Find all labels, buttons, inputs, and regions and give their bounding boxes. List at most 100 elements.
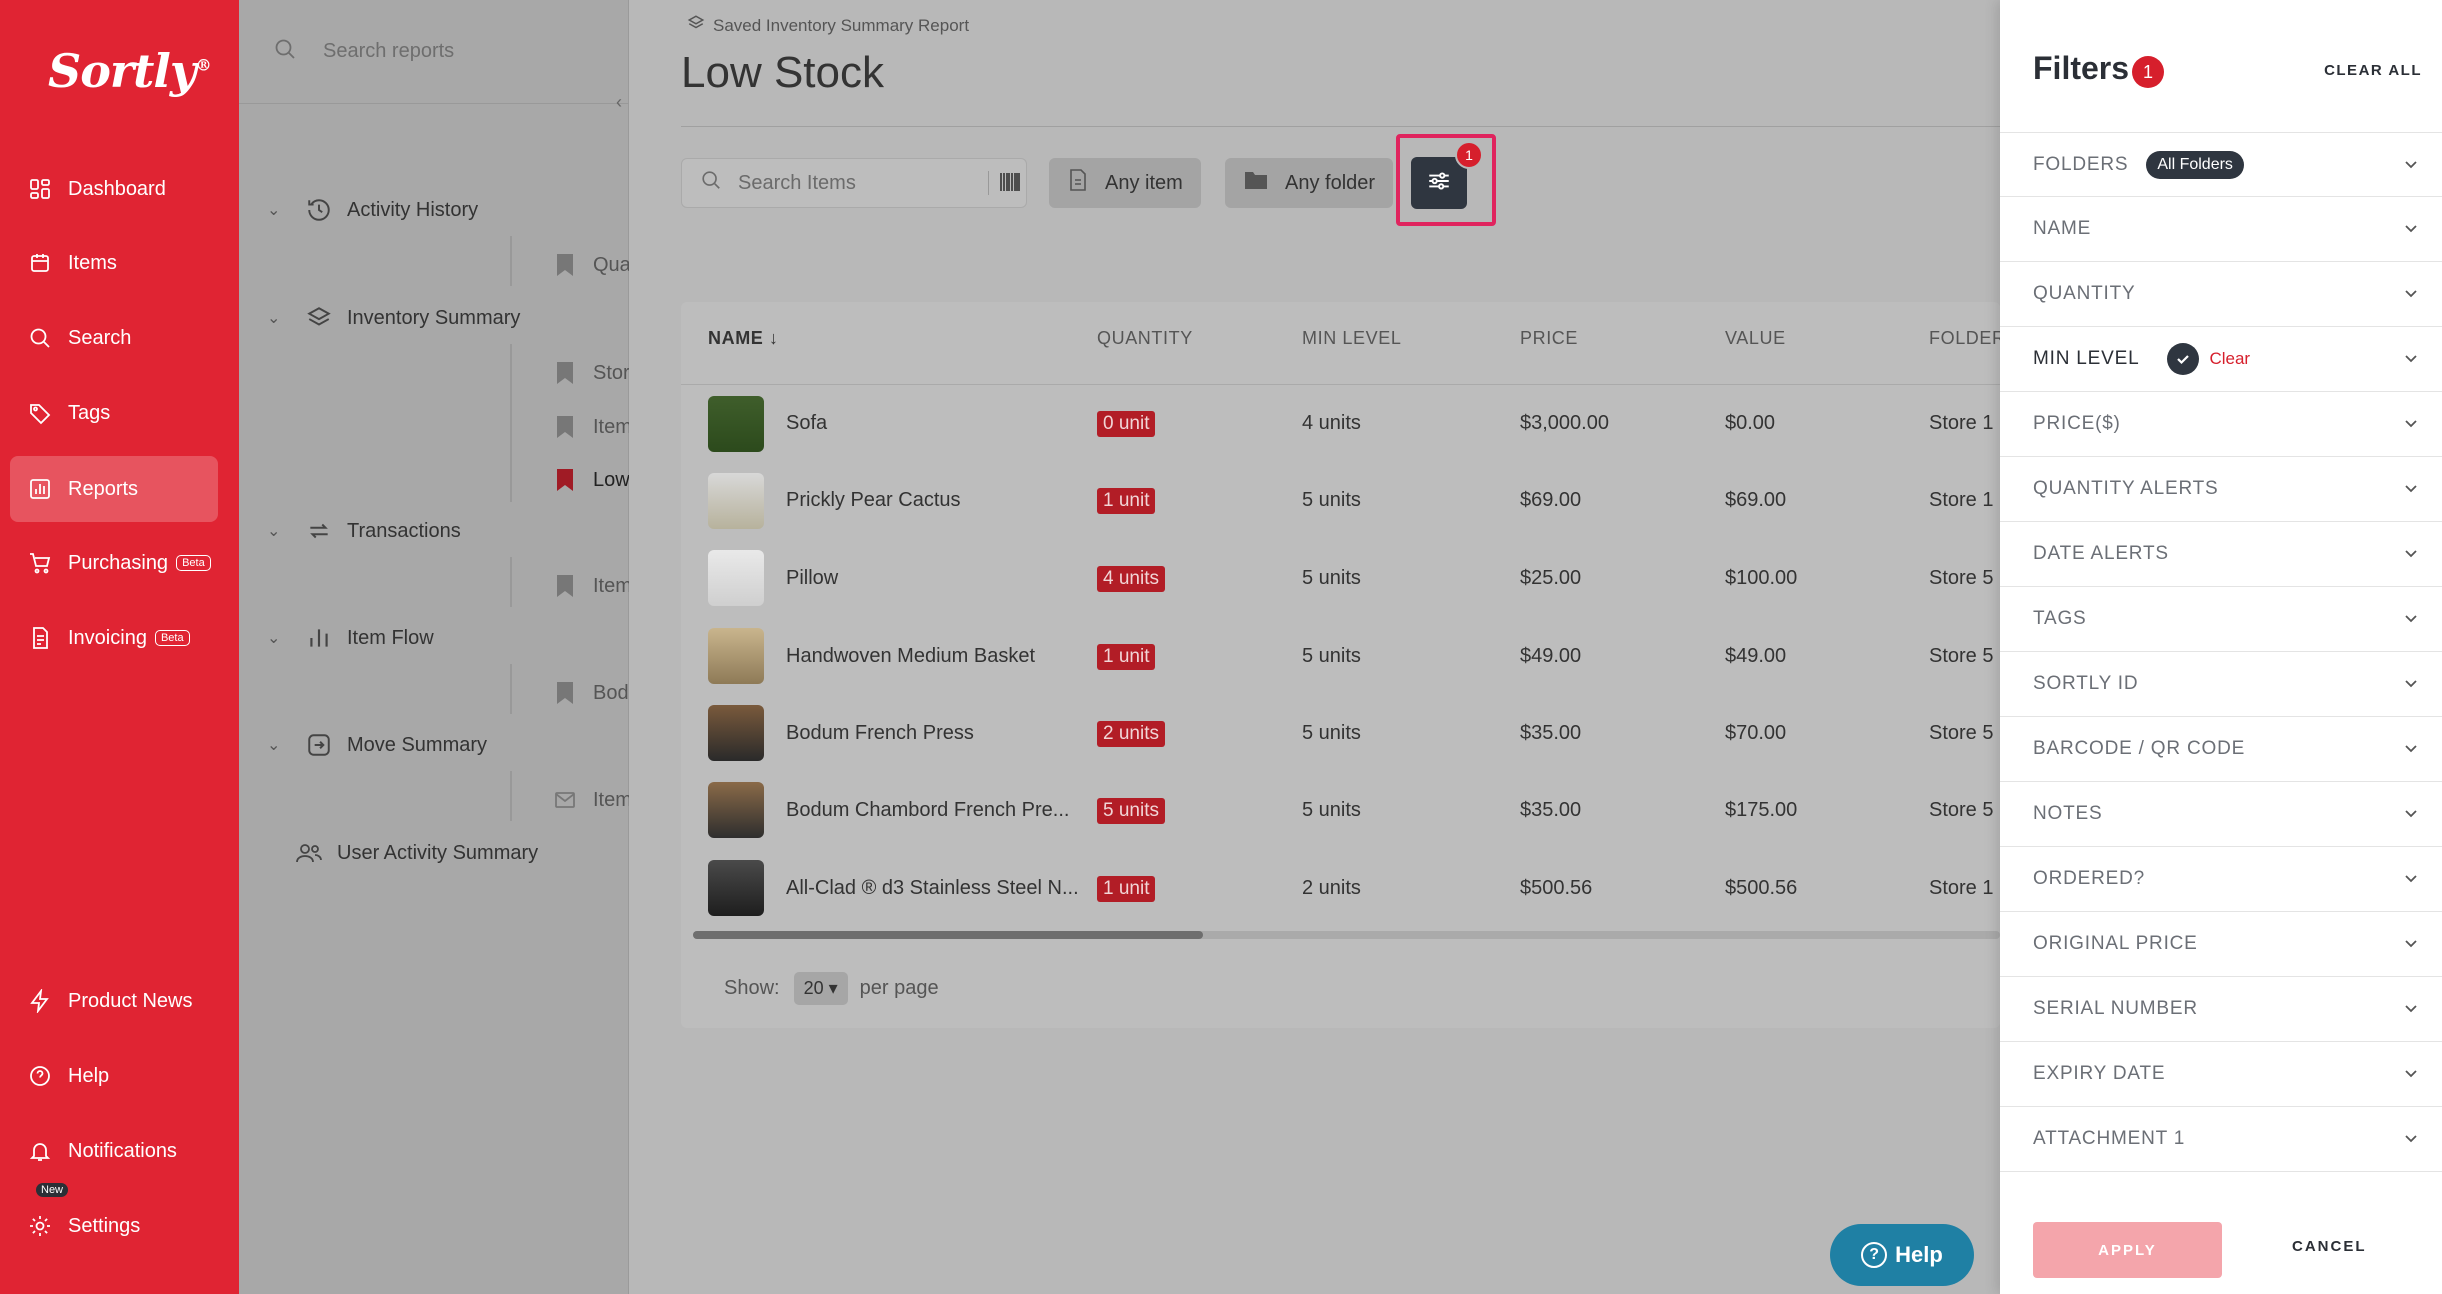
nav-tags-label: Tags: [68, 401, 111, 424]
filter-label: DATE ALERTS: [2033, 543, 2169, 564]
tree-label: Move Summary: [347, 733, 488, 756]
min-level-value: 5 units: [1302, 722, 1361, 744]
filter-attachment-1[interactable]: ATTACHMENT 1: [2000, 1107, 2442, 1172]
chevron-down-icon[interactable]: ⌄: [267, 521, 283, 541]
chevron-down-icon[interactable]: ⌄: [267, 628, 283, 648]
filter-label: EXPIRY DATE: [2033, 1063, 2166, 1084]
reports-search[interactable]: Search reports: [239, 0, 629, 104]
nav-purchasing[interactable]: Purchasing Beta: [10, 530, 218, 596]
cancel-button[interactable]: CANCEL: [2292, 1238, 2367, 1255]
column-price[interactable]: PRICE: [1520, 328, 1578, 349]
filter-label: QUANTITY: [2033, 283, 2136, 304]
nav-notifications[interactable]: Notifications: [10, 1118, 218, 1184]
tree-move-summary[interactable]: ⌄ Move Summary: [267, 731, 487, 759]
chevron-down-icon[interactable]: ⌄: [267, 735, 283, 755]
nav-help[interactable]: Help: [10, 1043, 218, 1109]
filter-notes[interactable]: NOTES: [2000, 782, 2442, 847]
tree-line: [510, 236, 512, 286]
column-folder[interactable]: FOLDER: [1929, 328, 2006, 349]
price-value: $3,000.00: [1520, 412, 1609, 434]
nav-search[interactable]: Search: [10, 305, 218, 371]
value-value: $70.00: [1725, 722, 1787, 744]
value-value: $175.00: [1725, 799, 1798, 821]
scrollbar-thumb[interactable]: [693, 931, 1203, 939]
chevron-down-icon: [2404, 349, 2418, 363]
filter-tags[interactable]: TAGS: [2000, 587, 2442, 652]
tree-transactions[interactable]: ⌄ Transactions: [267, 517, 461, 545]
chevron-down-icon[interactable]: ⌄: [267, 308, 283, 328]
lightning-icon: [28, 989, 52, 1013]
item-thumbnail: [708, 705, 764, 761]
users-icon: [295, 839, 323, 867]
tree-user-activity[interactable]: User Activity Summary: [295, 839, 538, 867]
min-level-value: 5 units: [1302, 567, 1361, 589]
column-quantity[interactable]: QUANTITY: [1097, 328, 1193, 349]
nav-reports[interactable]: Reports: [10, 456, 218, 522]
item-name[interactable]: Handwoven Medium Basket: [786, 645, 1035, 668]
folders-pill: All Folders: [2146, 150, 2244, 179]
item-name[interactable]: Bodum Chambord French Pre...: [786, 799, 1069, 822]
filter-label: PRICE($): [2033, 413, 2121, 434]
filter-barcode[interactable]: BARCODE / QR CODE: [2000, 717, 2442, 782]
nav-settings-label: Settings: [68, 1214, 141, 1237]
filter-original-price[interactable]: ORIGINAL PRICE: [2000, 912, 2442, 977]
any-folder-filter[interactable]: Any folder: [1225, 158, 1394, 208]
help-floating-button[interactable]: ? Help: [1830, 1224, 1974, 1286]
filter-label: SERIAL NUMBER: [2033, 998, 2198, 1019]
nav-settings[interactable]: New Settings: [10, 1183, 218, 1259]
filter-price[interactable]: PRICE($): [2000, 392, 2442, 457]
bell-icon: [28, 1139, 52, 1163]
tree-item-flow[interactable]: ⌄ Item Flow: [267, 624, 434, 652]
filter-count-badge: 1: [1455, 141, 1483, 169]
transactions-icon: [305, 517, 333, 545]
filter-min-level[interactable]: MIN LEVEL Clear: [2000, 327, 2442, 392]
nav-tags[interactable]: Tags: [10, 380, 218, 446]
any-item-filter[interactable]: Any item: [1049, 158, 1201, 208]
chevron-down-icon: [2404, 155, 2418, 169]
filter-sortly-id[interactable]: SORTLY ID: [2000, 652, 2442, 717]
item-name[interactable]: Bodum French Press: [786, 722, 974, 745]
item-name[interactable]: Prickly Pear Cactus: [786, 489, 961, 512]
nav-product-news-label: Product News: [68, 989, 193, 1012]
filter-date-alerts[interactable]: DATE ALERTS: [2000, 522, 2442, 587]
filter-label: BARCODE / QR CODE: [2033, 738, 2246, 759]
nav-items[interactable]: Items: [10, 230, 218, 296]
tree-inventory-summary[interactable]: ⌄ Inventory Summary: [267, 304, 520, 332]
item-name[interactable]: Pillow: [786, 567, 838, 590]
nav-product-news[interactable]: Product News: [10, 968, 218, 1034]
column-min-level[interactable]: MIN LEVEL: [1302, 328, 1401, 349]
item-name[interactable]: All-Clad ® d3 Stainless Steel N...: [786, 877, 1079, 900]
per-page-select[interactable]: 20 ▾: [793, 972, 848, 1005]
tree-line: [510, 771, 512, 821]
document-icon: [1067, 168, 1089, 198]
sortly-logo[interactable]: Sortly®: [48, 44, 212, 98]
nav-items-label: Items: [68, 251, 117, 274]
filter-quantity[interactable]: QUANTITY: [2000, 262, 2442, 327]
item-name[interactable]: Sofa: [786, 412, 827, 435]
nav-invoicing[interactable]: Invoicing Beta: [10, 605, 218, 671]
filter-expiry-date[interactable]: EXPIRY DATE: [2000, 1042, 2442, 1107]
filter-folders[interactable]: FOLDERS All Folders: [2000, 132, 2442, 197]
tree-activity-history[interactable]: ⌄ Activity History: [267, 196, 478, 224]
filter-label: MIN LEVEL: [2033, 348, 2140, 369]
bookmark-icon: [551, 679, 579, 707]
column-name[interactable]: NAME ↓: [708, 328, 779, 349]
min-level-value: 5 units: [1302, 489, 1361, 511]
filter-quantity-alerts[interactable]: QUANTITY ALERTS: [2000, 457, 2442, 522]
search-items-input[interactable]: Search Items: [681, 158, 1027, 208]
tree-label: Activity History: [347, 198, 479, 221]
quantity-badge: 2 units: [1097, 721, 1165, 747]
beta-badge: Beta: [176, 555, 211, 571]
main-content: Saved Inventory Summary Report Low Stock…: [629, 0, 2005, 1294]
nav-dashboard[interactable]: Dashboard: [10, 156, 218, 222]
apply-button[interactable]: APPLY: [2033, 1222, 2222, 1278]
clear-all-button[interactable]: CLEAR ALL: [2324, 62, 2422, 79]
column-value[interactable]: VALUE: [1725, 328, 1786, 349]
filter-ordered[interactable]: ORDERED?: [2000, 847, 2442, 912]
filter-serial-number[interactable]: SERIAL NUMBER: [2000, 977, 2442, 1042]
min-level-clear-link[interactable]: Clear: [2209, 349, 2250, 369]
barcode-icon[interactable]: [988, 171, 1020, 195]
chevron-down-icon: [2404, 609, 2418, 623]
filter-name[interactable]: NAME: [2000, 197, 2442, 262]
chevron-down-icon[interactable]: ⌄: [267, 200, 283, 220]
